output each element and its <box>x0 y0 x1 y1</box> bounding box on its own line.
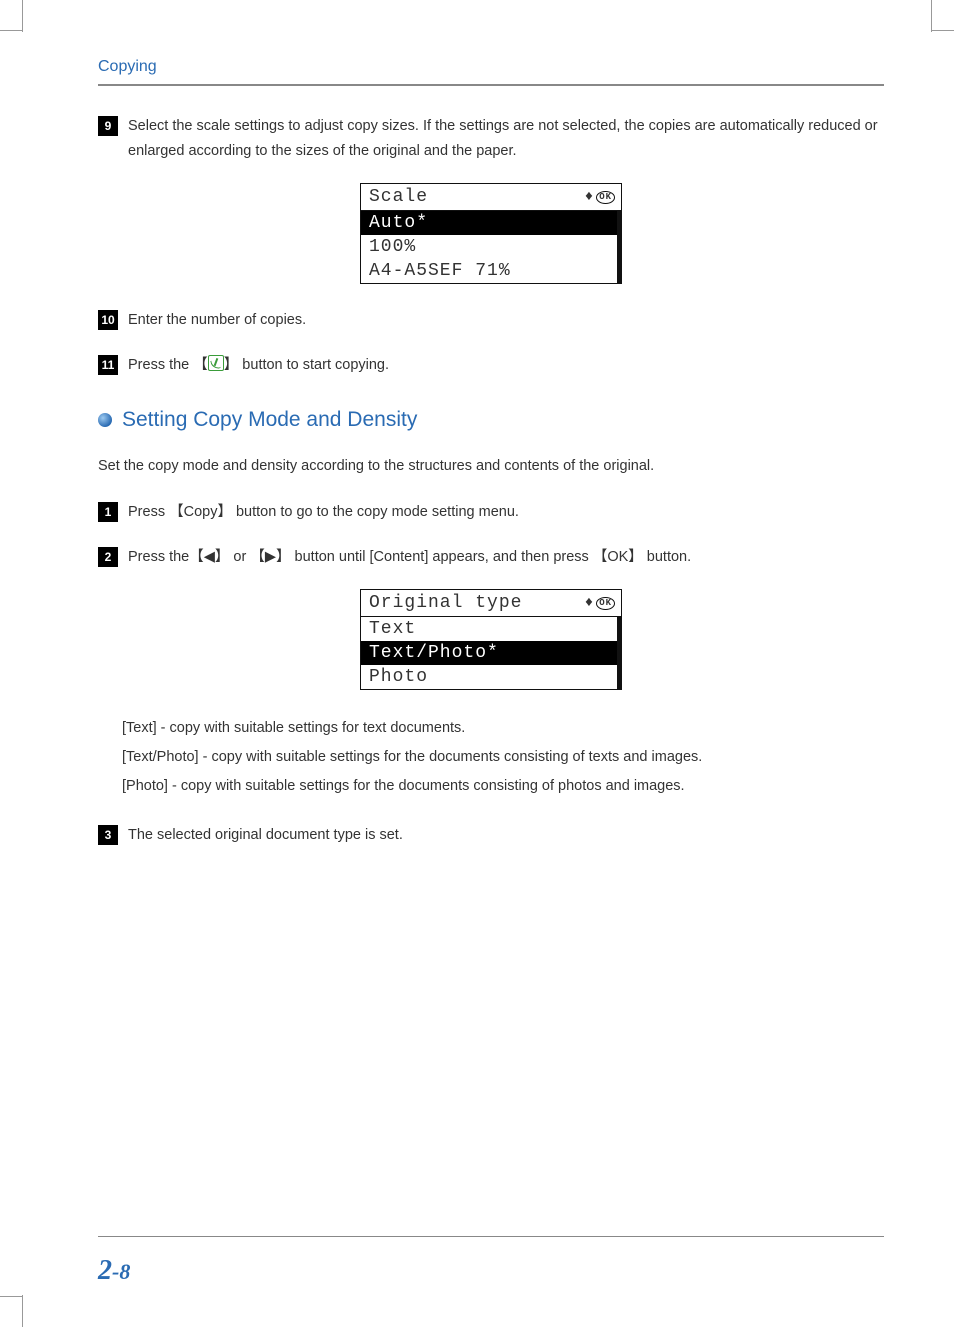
lcd-figure-scale: Scale ♦ OK Auto* 100% A4-A5SEF 71% <box>360 183 622 284</box>
step-number-badge: 11 <box>98 355 118 375</box>
text-fragment: Press the <box>128 357 193 373</box>
bracket-close: 】 <box>224 357 239 373</box>
step-text: Press the【◀】 or 【▶】 button until [Conten… <box>128 545 884 570</box>
ok-icon: OK <box>596 191 615 204</box>
section-heading: Setting Copy Mode and Density <box>98 408 884 432</box>
step-number-badge: 10 <box>98 310 118 330</box>
step-text: Select the scale settings to adjust copy… <box>128 114 884 163</box>
bracket-close: 】 <box>215 549 230 565</box>
step-text: Enter the number of copies. <box>128 308 884 333</box>
lcd-list: Text Text/Photo* Photo <box>361 617 621 689</box>
step-2: 2 Press the【◀】 or 【▶】 button until [Cont… <box>98 545 884 570</box>
intro-paragraph: Set the copy mode and density according … <box>98 454 884 479</box>
key-label: OK <box>607 549 628 565</box>
bracket-open: 【 <box>189 549 204 565</box>
text-fragment: Press the <box>128 549 189 565</box>
bracket-close: 】 <box>217 504 232 520</box>
text-fragment: button to go to the copy mode setting me… <box>232 504 519 520</box>
bullet-icon <box>98 413 112 427</box>
text-fragment: or <box>229 549 250 565</box>
crop-mark <box>22 0 23 32</box>
step-number-badge: 1 <box>98 502 118 522</box>
definition-item: [Photo] - copy with suitable settings fo… <box>122 772 884 801</box>
lcd-title-row: Scale ♦ OK <box>361 184 621 211</box>
step-9: 9 Select the scale settings to adjust co… <box>98 114 884 163</box>
text-fragment: Press <box>128 504 169 520</box>
step-number-badge: 2 <box>98 547 118 567</box>
step-10: 10 Enter the number of copies. <box>98 308 884 333</box>
definition-item: [Text/Photo] - copy with suitable settin… <box>122 743 884 772</box>
lcd-row: Text <box>361 617 617 641</box>
crop-mark <box>932 30 954 31</box>
lcd-row-selected: Text/Photo* <box>361 641 617 665</box>
step-number-badge: 9 <box>98 116 118 136</box>
step-number-badge: 3 <box>98 825 118 845</box>
bracket-open: 【 <box>250 549 265 565</box>
bracket-open: 【 <box>593 549 608 565</box>
lcd-list: Auto* 100% A4-A5SEF 71% <box>361 211 621 283</box>
crop-mark <box>0 1296 22 1297</box>
step-3: 3 The selected original document type is… <box>98 823 884 848</box>
step-1: 1 Press 【Copy】 button to go to the copy … <box>98 500 884 525</box>
bracket-open: 【 <box>169 504 184 520</box>
bracket-close: 】 <box>628 549 643 565</box>
definitions-list: [Text] - copy with suitable settings for… <box>122 714 884 801</box>
section-heading-text: Setting Copy Mode and Density <box>122 408 417 432</box>
updown-icon: ♦ <box>585 595 594 611</box>
lcd-title-row: Original type ♦ OK <box>361 590 621 617</box>
left-arrow-icon: ◀ <box>204 549 215 565</box>
footer-rule <box>98 1236 884 1237</box>
definition-item: [Text] - copy with suitable settings for… <box>122 714 884 743</box>
bracket-close: 】 <box>276 549 291 565</box>
bracket-open: 【 <box>193 357 208 373</box>
ok-icon: OK <box>596 597 615 610</box>
crop-mark <box>931 0 932 32</box>
key-label: Copy <box>184 504 218 520</box>
chapter-number: 2 <box>98 1255 112 1286</box>
start-icon <box>208 355 224 371</box>
page: Copying 9 Select the scale settings to a… <box>0 0 954 1327</box>
step-text: Press the 【】 button to start copying. <box>128 353 884 378</box>
crop-mark <box>0 30 22 31</box>
step-text: The selected original document type is s… <box>128 823 884 848</box>
step-text: Press 【Copy】 button to go to the copy mo… <box>128 500 884 525</box>
text-fragment: button to start copying. <box>238 357 389 373</box>
right-arrow-icon: ▶ <box>265 549 276 565</box>
lcd-row: 100% <box>361 235 617 259</box>
text-fragment: button. <box>643 549 691 565</box>
header-rule <box>98 84 884 86</box>
crop-mark <box>22 1295 23 1327</box>
lcd-title-text: Original type <box>369 593 522 613</box>
step-11: 11 Press the 【】 button to start copying. <box>98 353 884 378</box>
text-fragment: button until [Content] appears, and then… <box>291 549 593 565</box>
lcd-title-icons: ♦ OK <box>585 595 615 611</box>
page-number: 2-8 <box>98 1255 130 1287</box>
lcd-title-text: Scale <box>369 187 428 207</box>
lcd-row: A4-A5SEF 71% <box>361 259 617 283</box>
lcd-figure-original-type: Original type ♦ OK Text Text/Photo* Phot… <box>360 589 622 690</box>
lcd-row-selected: Auto* <box>361 211 617 235</box>
lcd-row: Photo <box>361 665 617 689</box>
running-header: Copying <box>98 58 884 84</box>
updown-icon: ♦ <box>585 189 594 205</box>
page-number-value: 8 <box>119 1259 130 1284</box>
lcd-title-icons: ♦ OK <box>585 189 615 205</box>
